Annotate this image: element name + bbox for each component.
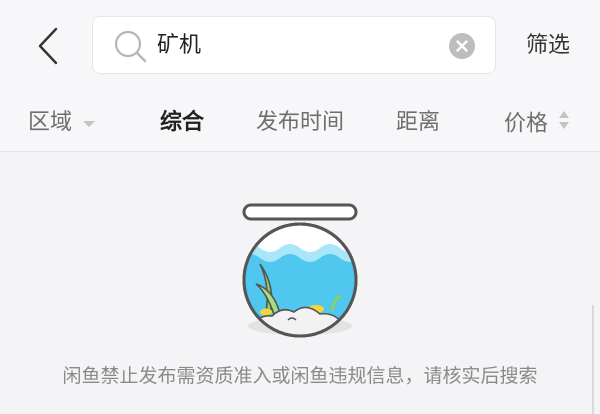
tab-price[interactable]: 价格 bbox=[504, 108, 570, 141]
sort-tabs: 区域 综合 发布时间 距离 价格 bbox=[0, 96, 600, 152]
tab-price-label: 价格 bbox=[504, 111, 549, 137]
clear-circle-icon[interactable] bbox=[449, 33, 475, 59]
fishbowl-icon bbox=[242, 203, 358, 338]
scroll-edge bbox=[592, 305, 594, 414]
tab-all[interactable]: 综合 bbox=[160, 108, 204, 138]
chevron-left-icon bbox=[38, 27, 58, 65]
tab-region-label: 区域 bbox=[28, 110, 73, 135]
tab-distance[interactable]: 距离 bbox=[396, 108, 440, 138]
empty-message: 闲鱼禁止发布需资质准入或闲鱼违规信息，请核实后搜索 bbox=[62, 365, 538, 387]
top-bar: 矿机 筛选 bbox=[0, 0, 600, 96]
search-icon bbox=[114, 30, 147, 63]
tab-publish-time[interactable]: 发布时间 bbox=[256, 108, 344, 138]
caret-down-icon bbox=[82, 108, 96, 138]
empty-state: 闲鱼禁止发布需资质准入或闲鱼违规信息，请核实后搜索 bbox=[0, 152, 600, 414]
back-button[interactable] bbox=[28, 22, 68, 70]
search-query[interactable]: 矿机 bbox=[157, 31, 201, 61]
tab-region[interactable]: 区域 bbox=[28, 108, 96, 138]
search-input[interactable]: 矿机 bbox=[92, 16, 496, 74]
sort-icon bbox=[558, 108, 570, 141]
filter-button[interactable]: 筛选 bbox=[526, 30, 570, 62]
